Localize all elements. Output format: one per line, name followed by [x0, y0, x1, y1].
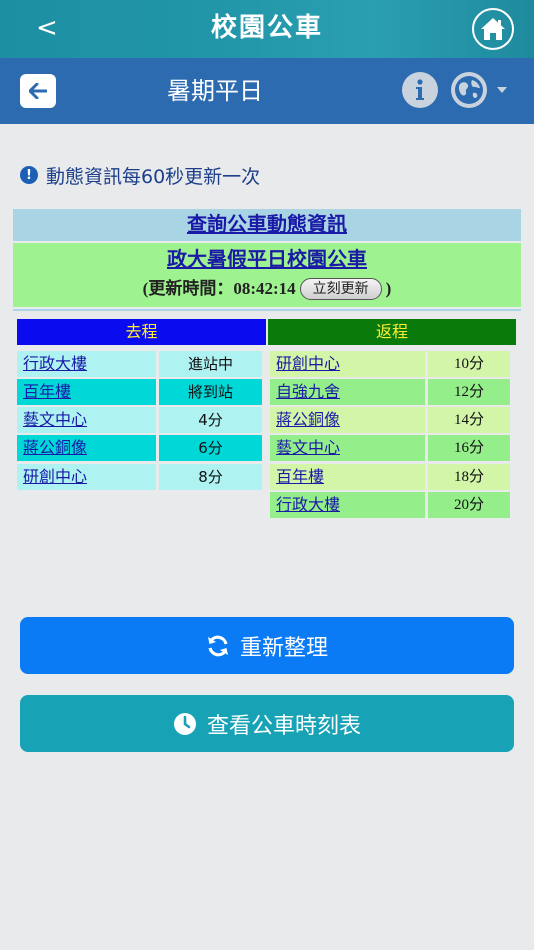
arrival-status: 16分 — [428, 435, 510, 461]
stop-link[interactable]: 研創中心 — [17, 464, 156, 490]
arrival-status: 將到站 — [159, 379, 262, 405]
back-arrow-button[interactable] — [20, 74, 56, 108]
update-suffix: ) — [385, 279, 392, 298]
stop-link[interactable]: 藝文中心 — [270, 435, 425, 461]
app-title: 校園公車 — [210, 13, 323, 43]
route-info-box: 政大暑假平日校園公車 (更新時間： 08:42:14 立刻更新 ) — [13, 243, 521, 307]
arrow-left-icon — [29, 83, 47, 99]
outbound-header: 去程 — [17, 319, 266, 345]
table-row: 藝文中心 16分 — [270, 435, 510, 461]
view-schedule-label: 查看公車時刻表 — [206, 713, 361, 739]
app-header: < 校園公車 — [0, 0, 534, 58]
notice-text: 動態資訊每60秒更新一次 — [46, 165, 261, 188]
arrival-status: 20分 — [428, 492, 510, 518]
table-row: 自強九舍 12分 — [270, 379, 510, 405]
table-row: 藝文中心 4分 — [17, 407, 262, 433]
arrival-status: 8分 — [159, 464, 262, 490]
arrival-status: 14分 — [428, 407, 510, 433]
table-row: 研創中心 8分 — [17, 464, 262, 490]
route-name-link[interactable]: 政大暑假平日校園公車 — [167, 249, 367, 271]
table-row: 蔣公銅像 14分 — [270, 407, 510, 433]
stop-link[interactable]: 藝文中心 — [17, 407, 156, 433]
update-time-line: (更新時間： 08:42:14 立刻更新 ) — [13, 277, 521, 301]
table-row: 百年樓 將到站 — [17, 379, 262, 405]
refresh-now-button[interactable]: 立刻更新 — [299, 278, 382, 300]
exclamation-circle-icon: ! — [20, 166, 38, 184]
view-schedule-button[interactable]: 查看公車時刻表 — [20, 695, 514, 752]
stop-link[interactable]: 百年樓 — [17, 379, 156, 405]
sync-icon — [206, 634, 230, 658]
table-row: 行政大樓 20分 — [270, 492, 510, 518]
update-prefix: (更新時間： — [142, 279, 234, 298]
return-header: 返程 — [268, 319, 516, 345]
table-row: 行政大樓 進站中 — [17, 351, 262, 377]
stop-link[interactable]: 百年樓 — [270, 464, 425, 490]
clock-icon — [173, 712, 197, 736]
stop-link[interactable]: 蔣公銅像 — [270, 407, 425, 433]
info-icon — [416, 79, 424, 100]
arrival-status: 10分 — [428, 351, 510, 377]
language-button[interactable] — [451, 72, 487, 108]
page-title: 暑期平日 — [167, 77, 263, 105]
table-row: 蔣公銅像 6分 — [17, 435, 262, 461]
sub-header: 暑期平日 — [0, 58, 534, 124]
divider — [13, 309, 521, 311]
update-time: 08:42:14 — [233, 279, 296, 298]
table-row: 百年樓 18分 — [270, 464, 510, 490]
arrival-status: 12分 — [428, 379, 510, 405]
update-notice: ! 動態資訊每60秒更新一次 — [20, 162, 260, 188]
arrival-status: 4分 — [159, 407, 262, 433]
home-button[interactable] — [472, 8, 514, 50]
stop-link[interactable]: 行政大樓 — [270, 492, 425, 518]
query-heading-link[interactable]: 查詢公車動態資訊 — [187, 214, 347, 236]
home-icon — [481, 18, 505, 40]
reload-label: 重新整理 — [239, 635, 328, 661]
stop-link[interactable]: 自強九舍 — [270, 379, 425, 405]
stop-link[interactable]: 研創中心 — [270, 351, 425, 377]
stop-link[interactable]: 蔣公銅像 — [17, 435, 156, 461]
query-heading: 查詢公車動態資訊 — [13, 209, 521, 241]
globe-icon — [455, 76, 483, 104]
reload-button[interactable]: 重新整理 — [20, 617, 514, 674]
stop-link[interactable]: 行政大樓 — [17, 351, 156, 377]
chevron-down-icon[interactable] — [497, 87, 507, 93]
table-row: 研創中心 10分 — [270, 351, 510, 377]
arrival-status: 6分 — [159, 435, 262, 461]
arrival-status: 18分 — [428, 464, 510, 490]
info-button[interactable] — [402, 72, 438, 108]
arrival-status: 進站中 — [159, 351, 262, 377]
